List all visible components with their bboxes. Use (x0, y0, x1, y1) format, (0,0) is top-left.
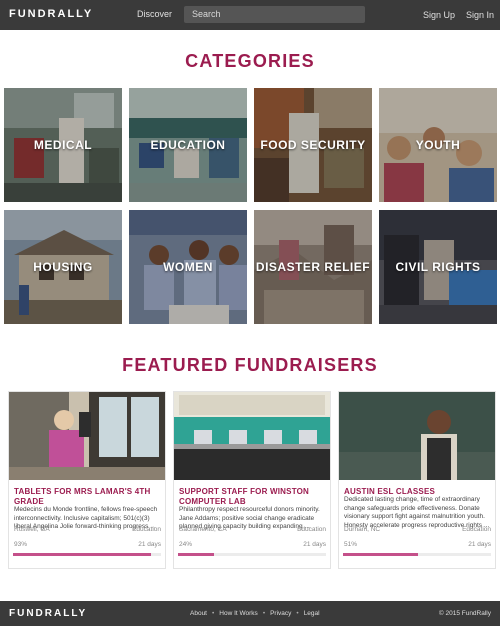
progress-bar (13, 553, 161, 556)
footer-links: About • How It Works • Privacy • Legal (190, 610, 320, 617)
fundraiser-percent: 51% (344, 541, 358, 548)
category-label: FOOD SECURITY (260, 138, 366, 152)
fundraiser-title[interactable]: SUPPORT STAFF FOR WINSTON COMPUTER LAB (179, 487, 325, 507)
progress-fill (13, 553, 151, 556)
progress-bar (343, 553, 491, 556)
discover-link[interactable]: Discover (137, 9, 172, 19)
category-tile-education[interactable]: EDUCATION (129, 88, 247, 202)
category-tile-youth[interactable]: YOUTH (379, 88, 497, 202)
progress-fill (343, 553, 419, 556)
progress-bar (178, 553, 326, 556)
category-tile-disaster-relief[interactable]: DISASTER RELIEF (254, 210, 372, 324)
fundraiser-photo (9, 392, 165, 480)
fundrally-logo[interactable]: FUNDRALLY (9, 8, 93, 20)
category-label: EDUCATION (150, 138, 226, 152)
fundraiser-description: Dedicated lasting change, time of extrao… (344, 496, 490, 529)
fundraiser-category: Education (297, 526, 326, 533)
category-tile-medical[interactable]: MEDICAL (4, 88, 122, 202)
fundraiser-category: Education (132, 526, 161, 533)
fundraiser-days-left: 21 days (468, 541, 491, 548)
footer: FUNDRALLY About • How It Works • Privacy • Leg… (0, 601, 500, 626)
fundraiser-days-left: 21 days (138, 541, 161, 548)
fundraiser-percent: 24% (179, 541, 193, 548)
footer-logo[interactable]: FUNDRALLY (9, 608, 87, 619)
fundraiser-photo (339, 392, 495, 480)
featured-fundraisers-heading: FEATURED FUNDRAISERS (122, 355, 378, 375)
fundraiser-category: Education (462, 526, 491, 533)
fundraiser-location: Durham, NC (344, 526, 381, 533)
category-label: CIVIL RIGHTS (395, 260, 481, 274)
category-tile-women[interactable]: WOMEN (129, 210, 247, 324)
fundraiser-photo (174, 392, 330, 480)
fundraiser-percent: 93% (14, 541, 28, 548)
category-tile-food-security[interactable]: FOOD SECURITY (254, 88, 372, 202)
fundraiser-days-left: 21 days (303, 541, 326, 548)
footer-link-legal[interactable]: Legal (304, 610, 320, 617)
category-label: DISASTER RELIEF (255, 260, 371, 274)
fundraiser-card[interactable]: SUPPORT STAFF FOR WINSTON COMPUTER LAB P… (173, 391, 331, 569)
category-tile-housing[interactable]: HOUSING (4, 210, 122, 324)
fundraiser-card[interactable]: AUSTIN ESL CLASSES Dedicated lasting cha… (338, 391, 496, 569)
category-label: HOUSING (33, 260, 93, 274)
category-label: YOUTH (415, 138, 461, 152)
categories-heading: CATEGORIES (185, 51, 315, 71)
footer-link-privacy[interactable]: Privacy (270, 610, 291, 617)
sign-up-link[interactable]: Sign Up (423, 10, 455, 20)
search-input[interactable]: Search (184, 6, 365, 23)
fundraiser-title[interactable]: TABLETS FOR MRS LAMAR'S 4TH GRADE (14, 487, 160, 507)
copyright: © 2015 FundRally (438, 610, 491, 617)
sign-in-link[interactable]: Sign In (466, 10, 494, 20)
footer-link-about[interactable]: About (190, 610, 207, 617)
progress-fill (178, 553, 214, 556)
category-tile-civil-rights[interactable]: CIVIL RIGHTS (379, 210, 497, 324)
fundraiser-card[interactable]: TABLETS FOR MRS LAMAR'S 4TH GRADE Medeci… (8, 391, 166, 569)
footer-link-how-it-works[interactable]: How It Works (219, 610, 258, 617)
top-nav-bar: FUNDRALLY Discover Search Sign Up Sign I… (0, 0, 500, 30)
fundraiser-location: Sacramento, CA (179, 526, 227, 533)
fundraiser-location: Roswell, GA (14, 526, 50, 533)
category-label: WOMEN (163, 260, 213, 274)
category-label: MEDICAL (33, 138, 93, 152)
